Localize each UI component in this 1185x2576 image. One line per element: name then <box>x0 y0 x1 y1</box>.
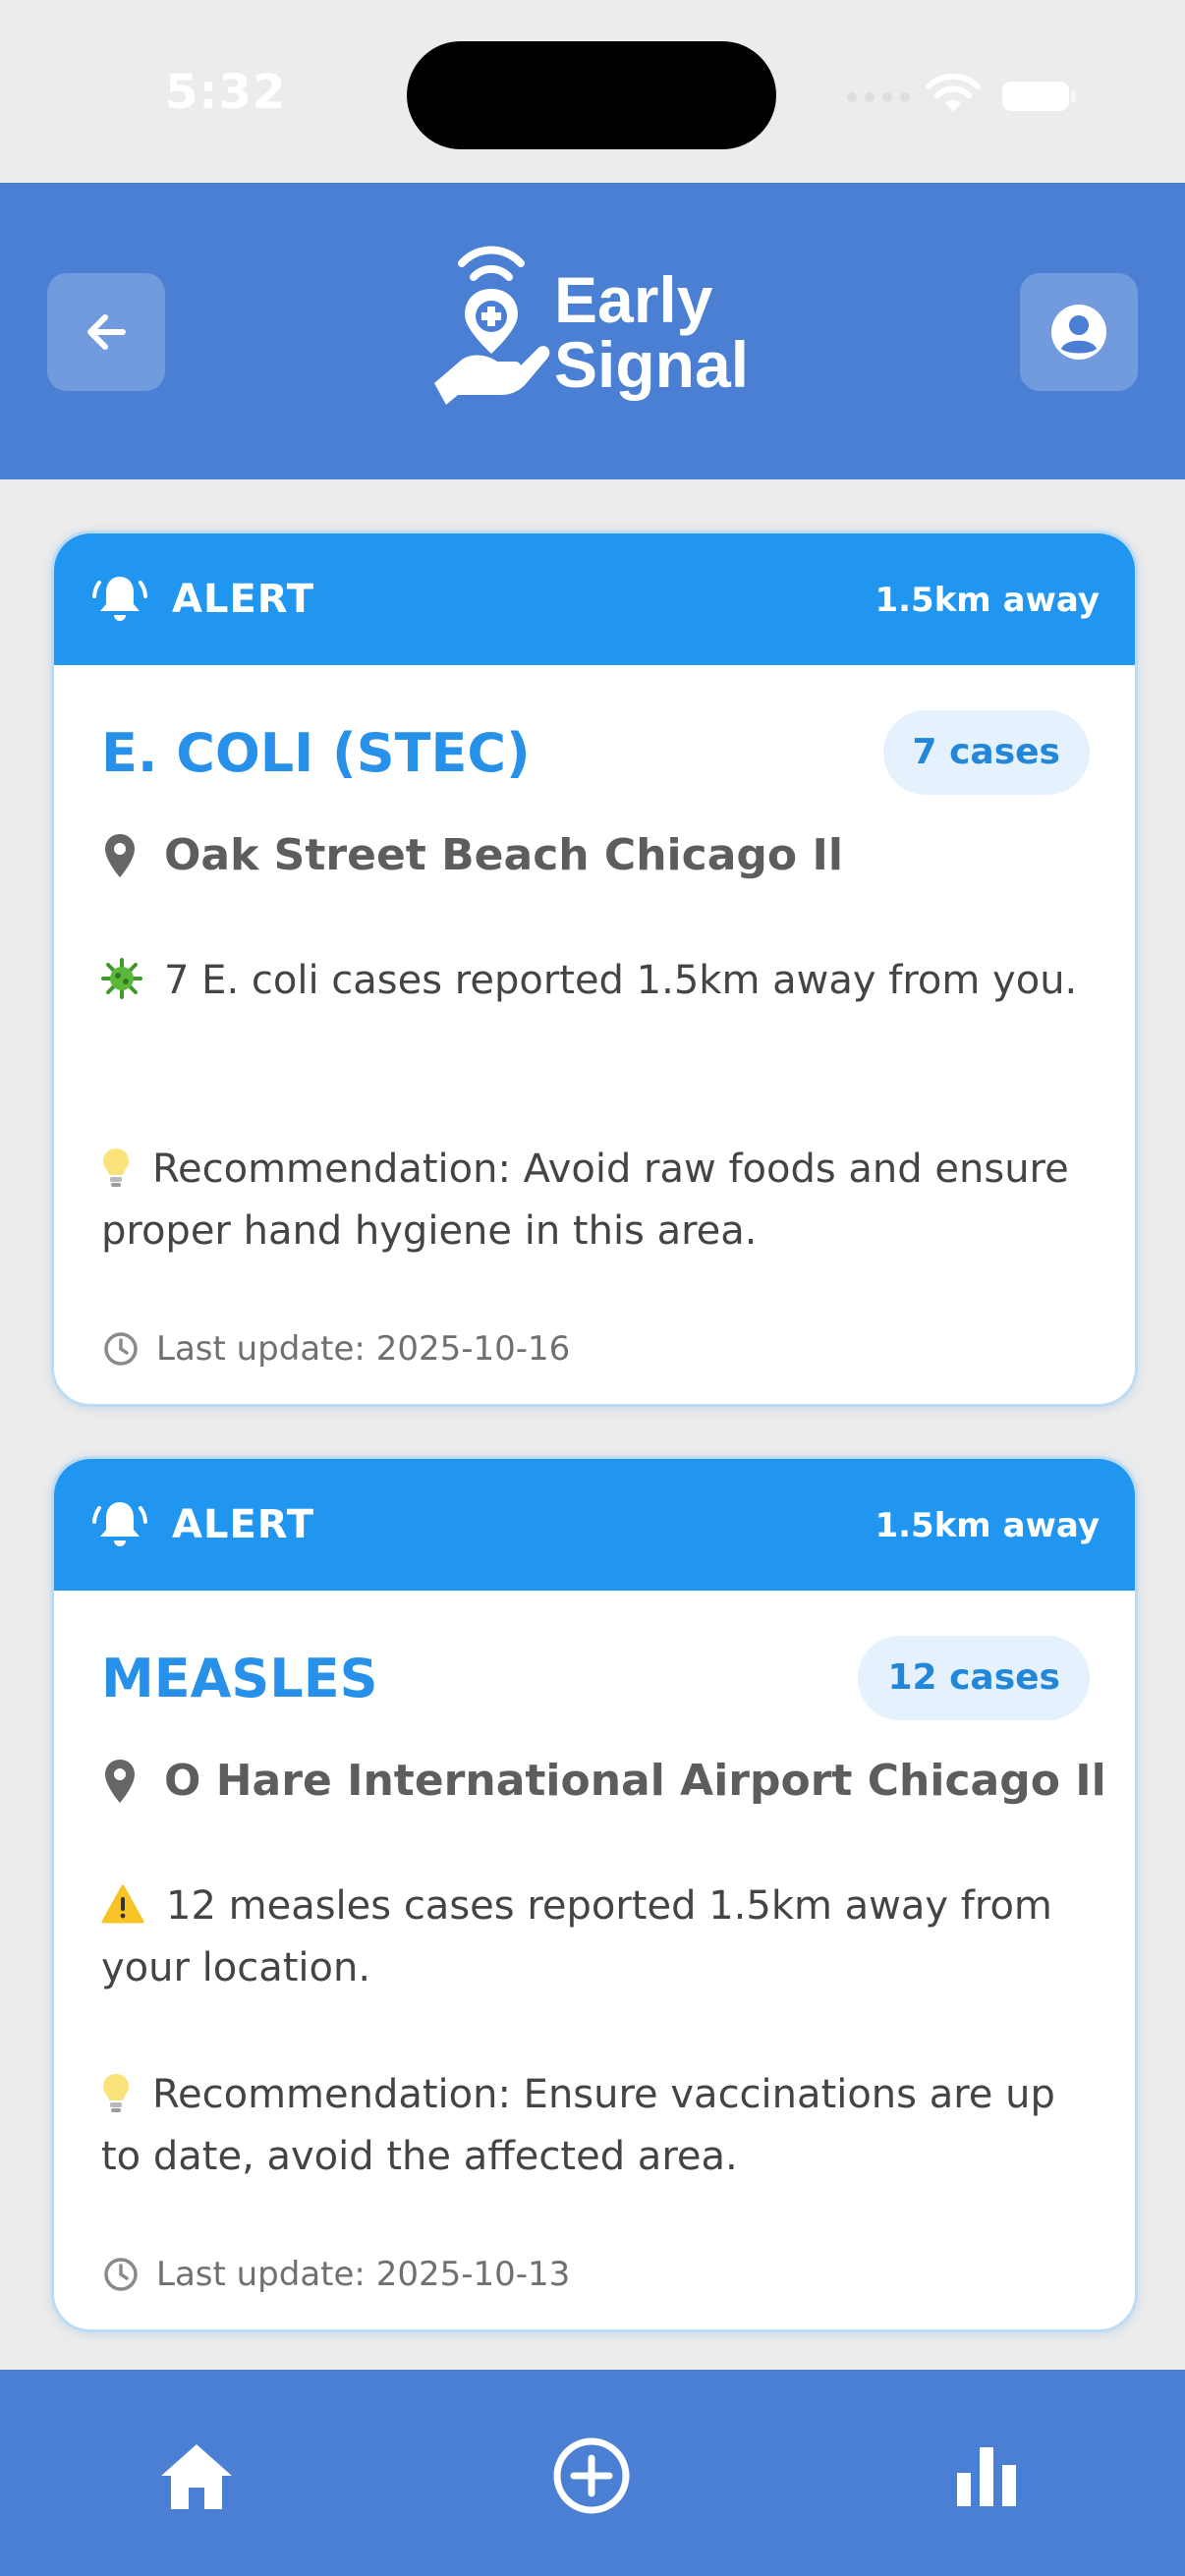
map-pin-icon <box>105 833 135 877</box>
alert-recommendation: Recommendation: Ensure vaccinations are … <box>101 2064 1094 2188</box>
lightbulb-icon <box>103 1148 129 1187</box>
alert-label: ALERT <box>172 1502 315 1547</box>
bottom-nav <box>0 2370 1185 2576</box>
warning-icon <box>101 1884 144 1924</box>
app-logo: Early Signal <box>432 238 766 405</box>
nav-home-button[interactable] <box>147 2427 246 2525</box>
status-time: 5:32 <box>165 65 287 120</box>
lightbulb-icon <box>103 2074 129 2112</box>
bell-ring-icon <box>92 1502 147 1546</box>
bell-ring-icon <box>92 577 147 621</box>
location-row: O Hare International Airport Chicago Il <box>103 1756 1106 1806</box>
status-bar: 5:32 <box>0 0 1185 183</box>
user-circle-icon <box>1051 305 1106 360</box>
distance-label: 1.5km away <box>875 1506 1100 1545</box>
battery-icon <box>1002 82 1076 111</box>
app-header: Early Signal <box>0 183 1185 479</box>
alert-description: 7 E. coli cases reported 1.5km away from… <box>101 950 1094 1012</box>
alert-description-text: 12 measles cases reported 1.5km away fro… <box>101 1883 1052 1990</box>
dynamic-island <box>407 41 776 149</box>
alert-label: ALERT <box>172 577 315 622</box>
last-update-text: Last update: 2025-10-13 <box>156 2255 571 2294</box>
last-update-row: Last update: 2025-10-16 <box>103 1329 570 1369</box>
alert-description: 12 measles cases reported 1.5km away fro… <box>101 1876 1094 1999</box>
location-row: Oak Street Beach Chicago Il <box>103 830 843 880</box>
last-update-text: Last update: 2025-10-16 <box>156 1329 571 1369</box>
clock-icon <box>104 2258 138 2291</box>
last-update-row: Last update: 2025-10-13 <box>103 2255 570 2294</box>
brand-name: Early Signal <box>554 267 749 397</box>
nav-statistics-button[interactable] <box>937 2427 1036 2525</box>
location-text: O Hare International Airport Chicago Il <box>164 1756 1106 1806</box>
logo-hand-signal-icon <box>434 246 550 405</box>
location-text: Oak Street Beach Chicago Il <box>164 830 843 880</box>
home-icon <box>161 2444 232 2509</box>
alert-card-header: ALERT 1.5km away <box>54 1459 1135 1591</box>
back-button[interactable] <box>47 273 165 391</box>
recommendation-text: Recommendation: Ensure vaccinations are … <box>101 2072 1055 2179</box>
alert-card[interactable]: ALERT 1.5km away E. COLI (STEC) 7 cases … <box>51 531 1138 1407</box>
disease-title: E. COLI (STEC) <box>101 722 531 784</box>
alert-recommendation: Recommendation: Avoid raw foods and ensu… <box>101 1139 1094 1262</box>
plus-circle-icon <box>553 2437 630 2514</box>
brand-line-2: Signal <box>554 328 750 401</box>
nav-add-report-button[interactable] <box>542 2427 641 2525</box>
arrow-left-icon <box>87 314 126 350</box>
clock-icon <box>104 1332 138 1366</box>
cases-badge: 12 cases <box>858 1636 1090 1720</box>
wifi-icon <box>926 73 981 112</box>
alert-card[interactable]: ALERT 1.5km away MEASLES 12 cases O Hare… <box>51 1456 1138 2332</box>
distance-label: 1.5km away <box>875 581 1100 620</box>
recommendation-text: Recommendation: Avoid raw foods and ensu… <box>101 1147 1069 1254</box>
cellular-signal-icon <box>847 92 910 102</box>
bar-chart-icon <box>957 2447 1016 2506</box>
cases-badge: 7 cases <box>882 710 1090 795</box>
alert-description-text: 7 E. coli cases reported 1.5km away from… <box>164 958 1078 1003</box>
brand-line-1: Early <box>554 263 713 336</box>
map-pin-icon <box>105 1759 135 1803</box>
profile-button[interactable] <box>1020 273 1138 391</box>
alert-card-header: ALERT 1.5km away <box>54 533 1135 665</box>
disease-title: MEASLES <box>101 1648 378 1709</box>
microbe-icon <box>101 958 142 999</box>
